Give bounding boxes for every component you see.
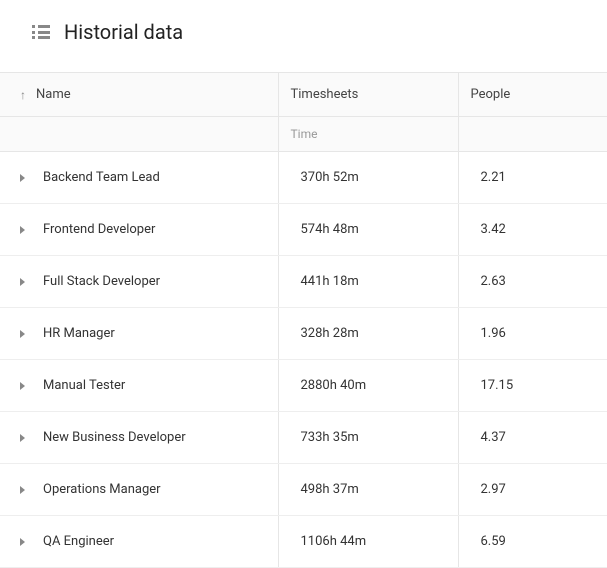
cell-people: 2.21 <box>458 152 607 204</box>
cell-people: 6.59 <box>458 516 607 568</box>
cell-name: Full Stack Developer <box>0 256 278 308</box>
table-header-row: ↑ Name Timesheets People <box>0 73 607 117</box>
table-row[interactable]: Full Stack Developer 441h 18m2.63 <box>0 256 607 308</box>
cell-time: 733h 35m <box>278 412 458 464</box>
row-name-label: Backend Team Lead <box>43 170 160 185</box>
subheader-time: Time <box>278 117 458 152</box>
table-row[interactable]: HR Manager 328h 28m1.96 <box>0 308 607 360</box>
cell-name: Backend Team Lead <box>0 152 278 204</box>
cell-time: 1106h 44m <box>278 516 458 568</box>
row-name-label: New Business Developer <box>43 430 186 445</box>
data-table: ↑ Name Timesheets People Time Backend Te… <box>0 72 607 568</box>
cell-name: HR Manager <box>0 308 278 360</box>
cell-time: 574h 48m <box>278 204 458 256</box>
cell-time: 328h 28m <box>278 308 458 360</box>
expand-caret-icon[interactable] <box>20 330 25 338</box>
expand-caret-icon[interactable] <box>20 174 25 182</box>
cell-name: New Business Developer <box>0 412 278 464</box>
expand-caret-icon[interactable] <box>20 382 25 390</box>
cell-name: Operations Manager <box>0 464 278 516</box>
expand-caret-icon[interactable] <box>20 434 25 442</box>
cell-people: 2.97 <box>458 464 607 516</box>
subheader-empty <box>0 117 278 152</box>
sort-ascending-icon: ↑ <box>20 88 26 102</box>
cell-time: 2880h 40m <box>278 360 458 412</box>
row-name-label: HR Manager <box>43 326 115 341</box>
column-header-timesheets[interactable]: Timesheets <box>278 73 458 117</box>
table-row[interactable]: Backend Team Lead 370h 52m2.21 <box>0 152 607 204</box>
cell-people: 1.96 <box>458 308 607 360</box>
table-subheader-row: Time <box>0 117 607 152</box>
expand-caret-icon[interactable] <box>20 226 25 234</box>
table-row[interactable]: Frontend Developer 574h 48m3.42 <box>0 204 607 256</box>
cell-time: 498h 37m <box>278 464 458 516</box>
table-row[interactable]: QA Engineer 1106h 44m6.59 <box>0 516 607 568</box>
cell-name: QA Engineer <box>0 516 278 568</box>
table-row[interactable]: Manual Tester 2880h 40m17.15 <box>0 360 607 412</box>
column-header-people[interactable]: People <box>458 73 607 117</box>
cell-people: 17.15 <box>458 360 607 412</box>
cell-people: 3.42 <box>458 204 607 256</box>
cell-name: Frontend Developer <box>0 204 278 256</box>
cell-people: 4.37 <box>458 412 607 464</box>
table-row[interactable]: Operations Manager 498h 37m2.97 <box>0 464 607 516</box>
column-header-name[interactable]: ↑ Name <box>0 73 278 117</box>
cell-time: 441h 18m <box>278 256 458 308</box>
row-name-label: Manual Tester <box>43 378 125 393</box>
subheader-empty <box>458 117 607 152</box>
expand-caret-icon[interactable] <box>20 486 25 494</box>
row-name-label: Operations Manager <box>43 482 161 497</box>
cell-name: Manual Tester <box>0 360 278 412</box>
page-header: Historial data <box>0 0 607 72</box>
cell-people: 2.63 <box>458 256 607 308</box>
table-row[interactable]: New Business Developer 733h 35m4.37 <box>0 412 607 464</box>
row-name-label: Frontend Developer <box>43 222 155 237</box>
column-name-label: Name <box>36 87 71 102</box>
list-icon <box>32 25 50 39</box>
row-name-label: QA Engineer <box>43 534 114 549</box>
row-name-label: Full Stack Developer <box>43 274 160 289</box>
expand-caret-icon[interactable] <box>20 278 25 286</box>
page-title: Historial data <box>64 20 183 44</box>
cell-time: 370h 52m <box>278 152 458 204</box>
